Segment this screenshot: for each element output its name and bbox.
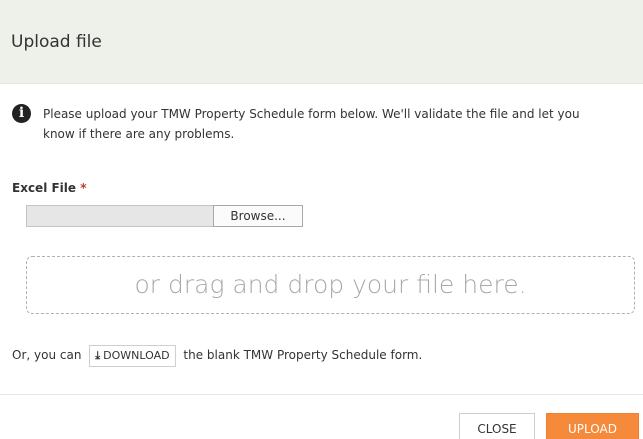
close-button[interactable]: CLOSE	[459, 413, 535, 439]
excel-file-label: Excel File *	[12, 181, 87, 195]
download-icon: ⤓	[95, 348, 101, 362]
download-row: Or, you can ⤓ DOWNLOAD the blank TMW Prop…	[12, 344, 422, 367]
download-button[interactable]: ⤓ DOWNLOAD	[89, 344, 176, 367]
upload-file-dialog: Upload file i Please upload your TMW Pro…	[0, 0, 643, 439]
download-button-label: DOWNLOAD	[103, 348, 170, 362]
dropzone-text: or drag and drop your file here.	[134, 270, 527, 299]
dialog-header: Upload file	[0, 0, 643, 84]
download-prefix: Or, you can	[12, 348, 82, 362]
browse-button[interactable]: Browse...	[213, 205, 303, 227]
upload-button[interactable]: UPLOAD	[546, 413, 639, 439]
file-path-field[interactable]	[26, 205, 214, 227]
info-text: Please upload your TMW Property Schedule…	[43, 107, 580, 141]
dialog-title: Upload file	[11, 32, 102, 52]
drag-drop-zone[interactable]: or drag and drop your file here.	[26, 256, 635, 314]
download-suffix: the blank TMW Property Schedule form.	[183, 348, 423, 362]
required-marker: *	[80, 181, 87, 195]
footer-divider	[0, 394, 643, 395]
excel-file-label-text: Excel File	[12, 181, 77, 195]
info-icon: i	[12, 104, 31, 123]
